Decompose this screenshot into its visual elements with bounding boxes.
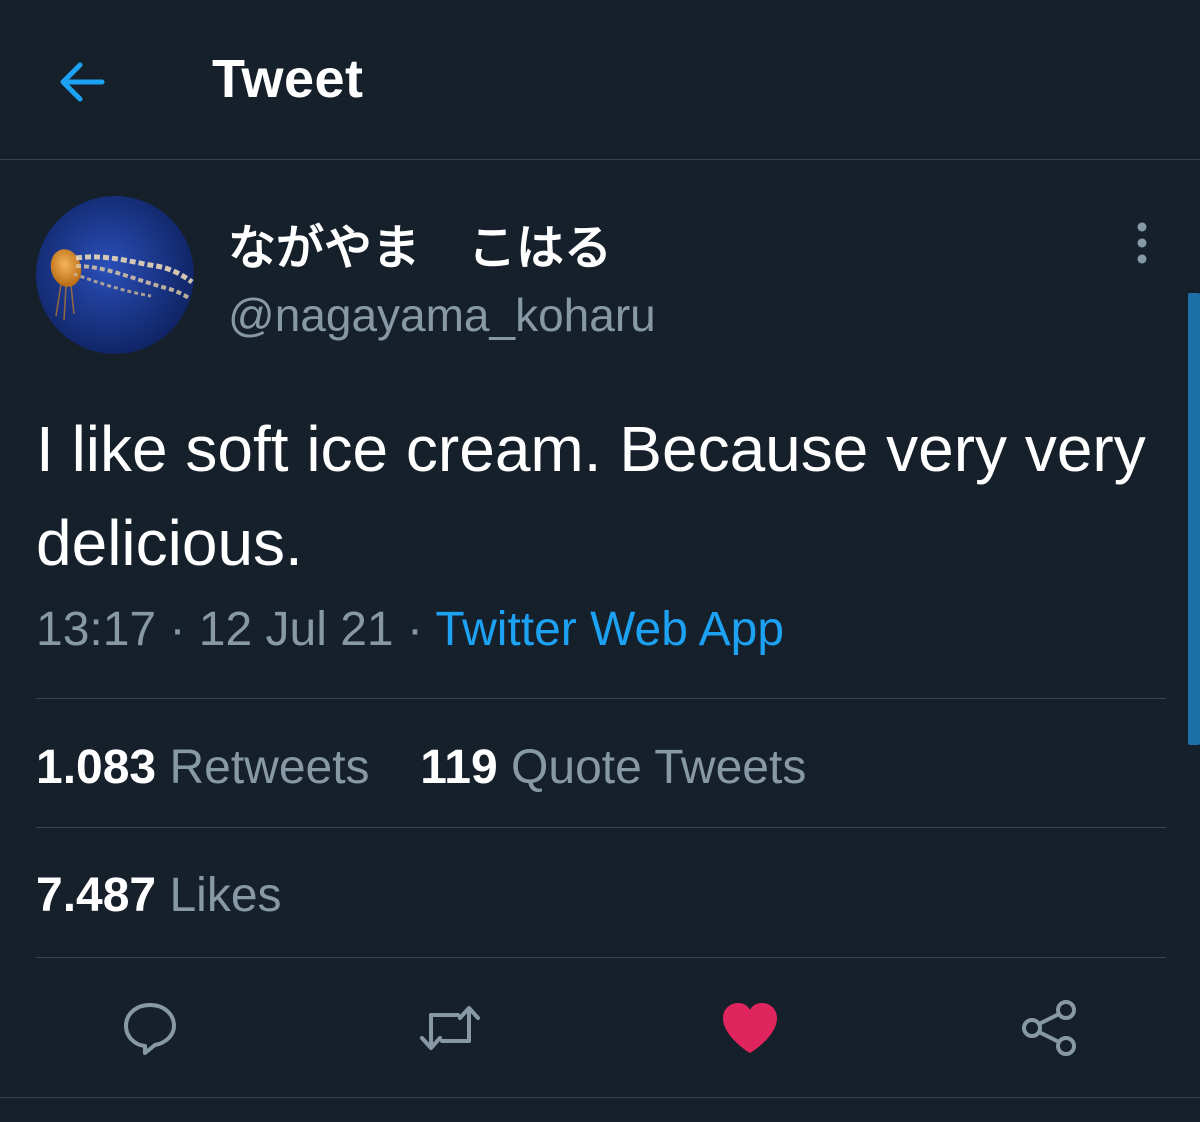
author-handle[interactable]: @nagayama_koharu bbox=[228, 288, 656, 342]
more-options-button[interactable] bbox=[1120, 218, 1164, 268]
retweet-button[interactable] bbox=[418, 996, 482, 1060]
divider bbox=[36, 827, 1166, 828]
more-vertical-icon bbox=[1137, 222, 1147, 264]
tweet-text: I like soft ice cream. Because very very… bbox=[36, 413, 1146, 579]
likes-stat[interactable]: 7.487 Likes bbox=[36, 869, 282, 922]
author-display-name[interactable]: ながやま こはる bbox=[228, 208, 612, 278]
retweet-icon bbox=[420, 1006, 480, 1050]
scrollbar[interactable] bbox=[1188, 293, 1200, 745]
avatar[interactable] bbox=[36, 196, 194, 354]
reply-icon bbox=[124, 1003, 176, 1055]
likes-stats-row: 7.487 Likes bbox=[36, 868, 282, 923]
tweet-source-link[interactable]: Twitter Web App bbox=[435, 603, 784, 656]
retweet-stats-row: 1.083 Retweets 119 Quote Tweets bbox=[36, 740, 806, 795]
likes-label: Likes bbox=[169, 869, 282, 922]
jellyfish-avatar-image bbox=[36, 196, 194, 354]
retweets-count: 1.083 bbox=[36, 741, 157, 794]
likes-count: 7.487 bbox=[36, 869, 157, 922]
quote-tweets-stat[interactable]: 119 Quote Tweets bbox=[420, 741, 806, 794]
top-app-bar: Tweet bbox=[0, 0, 1200, 160]
share-button[interactable] bbox=[1018, 996, 1082, 1060]
divider bbox=[0, 1097, 1200, 1098]
tweet-meta: 13:17 · 12 Jul 21 · Twitter Web App bbox=[36, 602, 784, 657]
back-arrow-icon bbox=[60, 62, 105, 102]
heart-filled-icon bbox=[723, 1003, 777, 1053]
quote-tweets-count: 119 bbox=[420, 741, 498, 794]
meta-separator: · bbox=[406, 603, 423, 656]
divider bbox=[36, 698, 1166, 699]
quote-tweets-label: Quote Tweets bbox=[511, 741, 807, 794]
meta-separator: · bbox=[169, 603, 186, 656]
page-title: Tweet bbox=[212, 49, 364, 109]
tweet-time[interactable]: 13:17 bbox=[36, 603, 156, 656]
like-button[interactable] bbox=[718, 996, 782, 1060]
tweet-date[interactable]: 12 Jul 21 bbox=[199, 603, 394, 656]
retweets-label: Retweets bbox=[169, 741, 370, 794]
retweets-stat[interactable]: 1.083 Retweets bbox=[36, 741, 370, 794]
reply-button[interactable] bbox=[118, 996, 182, 1060]
share-icon bbox=[1022, 1000, 1076, 1056]
back-button[interactable] bbox=[52, 52, 112, 112]
divider bbox=[36, 957, 1166, 958]
